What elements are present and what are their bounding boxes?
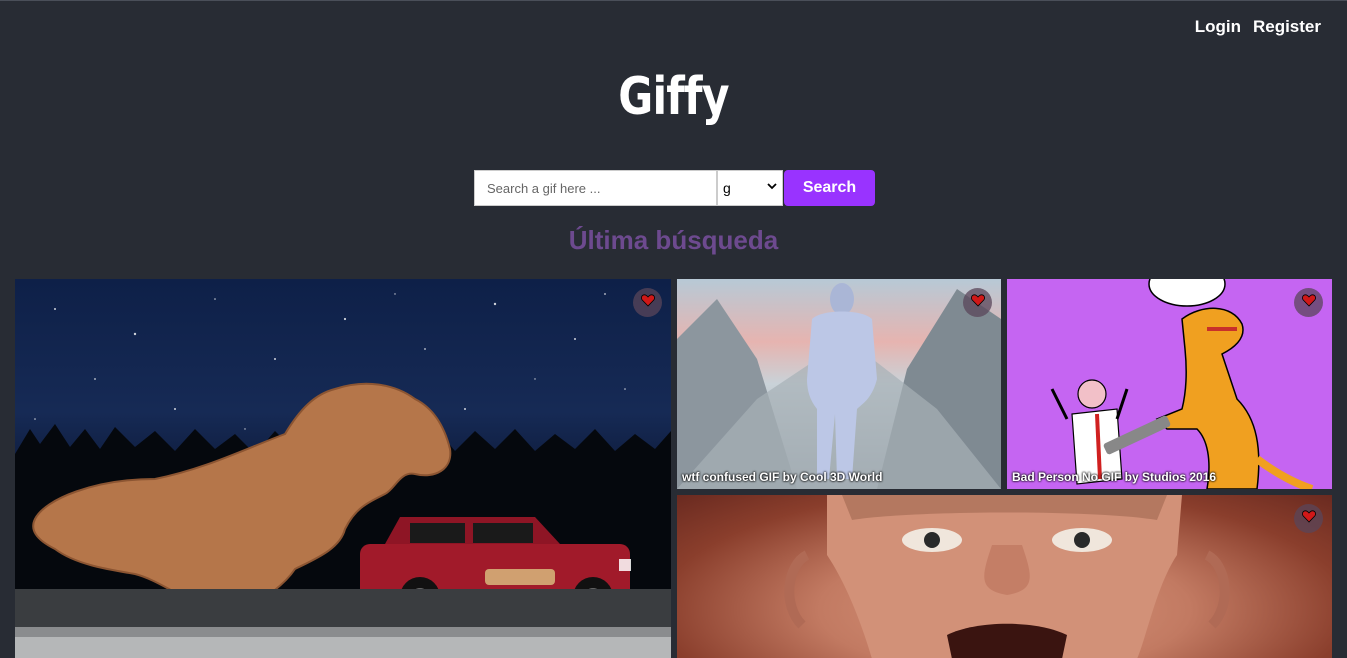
page: Login Register Giffy g Search Última bús… (0, 0, 1347, 658)
chevron-down-icon (766, 180, 778, 195)
favorite-button[interactable] (1294, 288, 1323, 317)
gif-title: wtf confused GIF by Cool 3D World (682, 470, 883, 484)
gif-card[interactable]: wtf confused GIF by Cool 3D World (677, 279, 1001, 489)
gif-image (1050, 279, 1314, 489)
gif-card[interactable] (15, 279, 671, 658)
search-button[interactable]: Search (784, 170, 875, 206)
heart-icon (1301, 509, 1316, 528)
login-link[interactable]: Login (1195, 17, 1241, 37)
heart-icon (640, 293, 655, 312)
gif-card[interactable] (677, 495, 1332, 658)
rating-select-value: g (723, 180, 731, 196)
gif-title: Bad Person No GIF by Studios 2016 (1012, 470, 1217, 484)
section-title: Última búsqueda (568, 225, 779, 255)
favorite-button[interactable] (1294, 504, 1323, 533)
favorite-button[interactable] (633, 288, 662, 317)
gif-image (677, 283, 1001, 489)
favorite-button[interactable] (963, 288, 992, 317)
logo[interactable]: Giffy (121, 67, 1226, 127)
search-form: g Search (474, 170, 875, 206)
rating-select[interactable]: g (717, 170, 783, 206)
gif-card[interactable]: Bad Person No GIF by Studios 2016 (1007, 279, 1332, 489)
register-link[interactable]: Register (1253, 17, 1321, 37)
heart-icon (970, 293, 985, 312)
search-input[interactable] (474, 170, 717, 206)
auth-nav: Login Register (1195, 17, 1321, 37)
heart-icon (1301, 293, 1316, 312)
road (15, 589, 671, 658)
gif-image (784, 495, 1230, 658)
